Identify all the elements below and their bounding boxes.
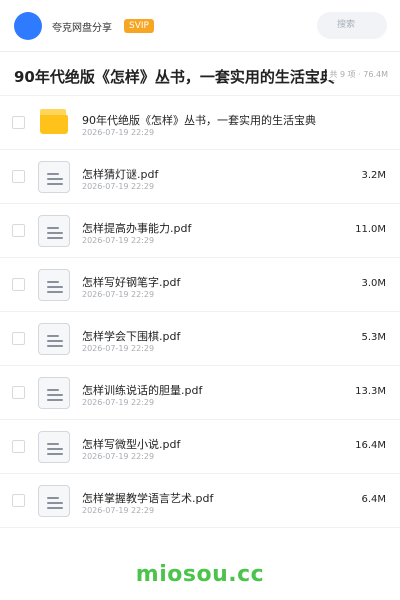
- file-name: 怎样训练说话的胆量.pdf: [82, 384, 203, 397]
- row-checkbox[interactable]: [12, 116, 25, 129]
- file-size: 13.3M: [355, 386, 386, 397]
- file-row[interactable]: 怎样写微型小说.pdf 2026-07-19 22:29 16.4M: [0, 420, 400, 474]
- file-date: 2026-07-19 22:29: [82, 344, 155, 353]
- file-name: 90年代绝版《怎样》丛书，一套实用的生活宝典: [82, 114, 316, 127]
- row-checkbox[interactable]: [12, 278, 25, 291]
- file-date: 2026-07-19 22:29: [82, 128, 155, 137]
- row-checkbox[interactable]: [12, 332, 25, 345]
- file-size: 3.2M: [361, 170, 386, 181]
- folder-icon: [38, 107, 70, 139]
- file-row[interactable]: 怎样猜灯谜.pdf 2026-07-19 22:29 3.2M: [0, 150, 400, 204]
- document-icon: [38, 431, 70, 463]
- file-size: 11.0M: [355, 224, 386, 235]
- file-row[interactable]: 怎样掌握教学语言艺术.pdf 2026-07-19 22:29 6.4M: [0, 474, 400, 528]
- file-name: 怎样学会下围棋.pdf: [82, 330, 181, 343]
- file-size: 6.4M: [361, 494, 386, 505]
- file-date: 2026-07-19 22:29: [82, 506, 155, 515]
- file-name: 怎样猜灯谜.pdf: [82, 168, 159, 181]
- file-date: 2026-07-19 22:29: [82, 236, 155, 245]
- avatar[interactable]: [14, 12, 42, 40]
- file-name: 怎样写微型小说.pdf: [82, 438, 181, 451]
- file-size: 3.0M: [361, 278, 386, 289]
- file-row[interactable]: 怎样训练说话的胆量.pdf 2026-07-19 22:29 13.3M: [0, 366, 400, 420]
- file-row[interactable]: 怎样写好钢笔字.pdf 2026-07-19 22:29 3.0M: [0, 258, 400, 312]
- file-date: 2026-07-19 22:29: [82, 182, 155, 191]
- page-title: 90年代绝版《怎样》丛书，一套实用的生活宝典: [14, 68, 335, 86]
- file-row[interactable]: 90年代绝版《怎样》丛书，一套实用的生活宝典 2026-07-19 22:29: [0, 96, 400, 150]
- file-size: 16.4M: [355, 440, 386, 451]
- file-date: 2026-07-19 22:29: [82, 290, 155, 299]
- file-list: 90年代绝版《怎样》丛书，一套实用的生活宝典 2026-07-19 22:29 …: [0, 96, 400, 528]
- file-row[interactable]: 怎样学会下围棋.pdf 2026-07-19 22:29 5.3M: [0, 312, 400, 366]
- document-icon: [38, 215, 70, 247]
- watermark-link[interactable]: miosou.cc: [0, 562, 400, 587]
- document-icon: [38, 161, 70, 193]
- document-icon: [38, 377, 70, 409]
- file-name: 怎样掌握教学语言艺术.pdf: [82, 492, 214, 505]
- app-header: 夸克网盘分享 SVIP 搜索: [0, 0, 400, 52]
- document-icon: [38, 323, 70, 355]
- file-size: 5.3M: [361, 332, 386, 343]
- document-icon: [38, 485, 70, 517]
- row-checkbox[interactable]: [12, 494, 25, 507]
- document-icon: [38, 269, 70, 301]
- row-checkbox[interactable]: [12, 386, 25, 399]
- file-date: 2026-07-19 22:29: [82, 398, 155, 407]
- file-name: 怎样写好钢笔字.pdf: [82, 276, 181, 289]
- share-meta: 共 9 项 · 76.4M: [327, 69, 388, 80]
- row-checkbox[interactable]: [12, 170, 25, 183]
- search-input[interactable]: 搜索: [317, 12, 387, 39]
- row-checkbox[interactable]: [12, 224, 25, 237]
- file-row[interactable]: 怎样提高办事能力.pdf 2026-07-19 22:29 11.0M: [0, 204, 400, 258]
- svip-badge: SVIP: [124, 19, 154, 33]
- row-checkbox[interactable]: [12, 440, 25, 453]
- app-name: 夸克网盘分享: [52, 23, 112, 34]
- file-date: 2026-07-19 22:29: [82, 452, 155, 461]
- file-name: 怎样提高办事能力.pdf: [82, 222, 192, 235]
- share-title-bar: 90年代绝版《怎样》丛书，一套实用的生活宝典 共 9 项 · 76.4M: [0, 52, 400, 96]
